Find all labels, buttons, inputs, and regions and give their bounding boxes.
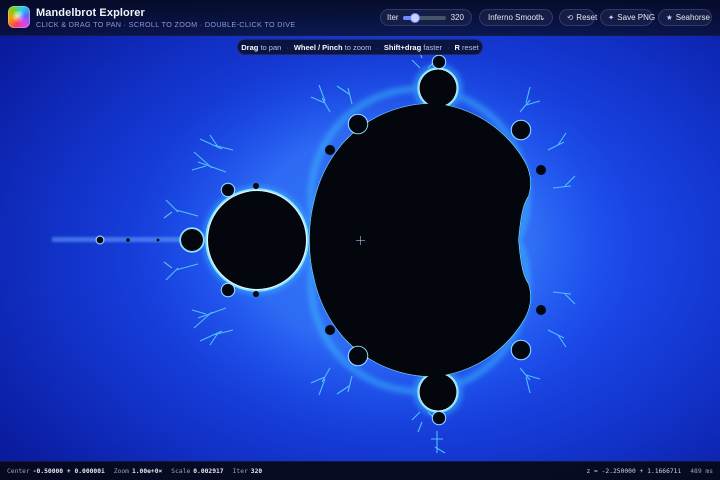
period4-bulb bbox=[181, 229, 203, 251]
hint-separator: · bbox=[376, 42, 379, 52]
app-subtitle: CLICK & DRAG TO PAN · SCROLL TO ZOOM · D… bbox=[36, 20, 296, 29]
scale-label: Scale bbox=[171, 467, 191, 475]
antenna-glow bbox=[52, 237, 192, 242]
iter-label: Iter bbox=[387, 13, 399, 22]
controls-hint: Drag to pan · Wheel / Pinch to zoom · Sh… bbox=[237, 39, 483, 55]
hint-shift-text: faster bbox=[423, 42, 443, 52]
center-value: -0.50000 + 0.00000i bbox=[32, 467, 105, 475]
reset-button[interactable]: ⟲ Reset bbox=[559, 9, 598, 26]
app-title: Mandelbrot Explorer bbox=[36, 7, 145, 19]
hint-drag-key: Drag bbox=[241, 42, 259, 52]
hint-wheel-key: Wheel / Pinch bbox=[293, 42, 343, 52]
hint-r-text: reset bbox=[462, 42, 479, 52]
hint-separator: · bbox=[447, 42, 450, 52]
status-iter-label: Iter bbox=[232, 467, 248, 475]
zoom-label: Zoom bbox=[113, 467, 129, 475]
top-bar: Mandelbrot Explorer CLICK & DRAG TO PAN … bbox=[0, 0, 720, 36]
palette-selected-value: Inferno Smooth bbox=[488, 13, 543, 22]
render-time: 489 ms bbox=[690, 467, 713, 475]
app-logo-icon bbox=[8, 6, 30, 28]
reset-icon: ⟲ bbox=[567, 13, 574, 22]
status-bar: Center -0.50000 + 0.00000i Zoom 1.00e+0×… bbox=[0, 461, 720, 480]
star-icon: ★ bbox=[666, 13, 673, 22]
hint-r-key: R bbox=[454, 42, 460, 52]
zoom-value: 1.00e+0× bbox=[131, 467, 163, 475]
pointer-coordinate-readout: z = -2.250000 + 1.166671i bbox=[586, 467, 682, 475]
period2-bulb bbox=[208, 191, 306, 289]
seahorse-button[interactable]: ★ Seahorse bbox=[658, 9, 712, 26]
center-label: Center bbox=[7, 467, 30, 475]
iter-value: 320 bbox=[450, 13, 464, 22]
status-iter-value: 320 bbox=[250, 467, 263, 475]
hint-shift-key: Shift+drag bbox=[383, 42, 422, 52]
save-icon: ✦ bbox=[608, 13, 615, 22]
save-png-button[interactable]: ✦ Save PNG bbox=[600, 9, 656, 26]
iteration-control: Iter 320 bbox=[380, 9, 472, 26]
save-label: Save PNG bbox=[617, 13, 656, 22]
scale-value: 0.002917 bbox=[193, 467, 224, 475]
hint-separator: · bbox=[286, 42, 289, 52]
hint-wheel-text: to zoom bbox=[344, 42, 372, 52]
center-crosshair bbox=[356, 236, 365, 245]
chevron-down-icon: ⌄ bbox=[539, 13, 546, 22]
iter-slider[interactable] bbox=[402, 12, 446, 23]
palette-select[interactable]: Inferno Smooth ⌄ bbox=[479, 9, 553, 26]
iter-slider-thumb[interactable] bbox=[410, 12, 421, 23]
reset-label: Reset bbox=[576, 13, 598, 22]
main-cardioid bbox=[309, 103, 531, 377]
hint-drag-text: to pan bbox=[260, 42, 282, 52]
seahorse-label: Seahorse bbox=[675, 13, 710, 22]
